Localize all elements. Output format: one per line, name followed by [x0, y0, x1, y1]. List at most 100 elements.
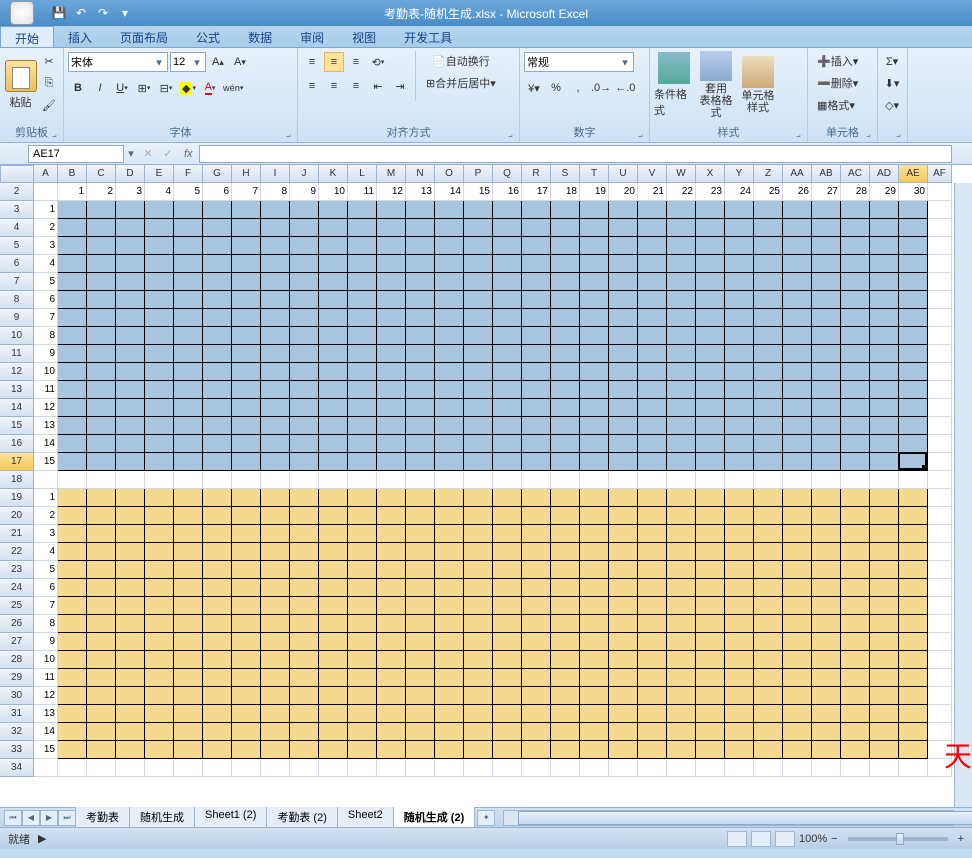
cell[interactable] [609, 309, 638, 327]
cell[interactable] [783, 273, 812, 291]
cell[interactable] [145, 381, 174, 399]
cell[interactable] [145, 345, 174, 363]
cell[interactable] [551, 291, 580, 309]
cell[interactable] [348, 363, 377, 381]
cell[interactable] [58, 255, 87, 273]
cell[interactable] [928, 579, 952, 597]
cell[interactable] [928, 255, 952, 273]
cell[interactable] [174, 615, 203, 633]
cell[interactable] [377, 507, 406, 525]
cell[interactable] [638, 273, 667, 291]
cell[interactable] [754, 417, 783, 435]
cell[interactable] [232, 525, 261, 543]
cell[interactable] [522, 417, 551, 435]
cell[interactable] [174, 507, 203, 525]
cell[interactable] [638, 237, 667, 255]
cell[interactable] [232, 273, 261, 291]
cell[interactable] [609, 705, 638, 723]
cell[interactable] [145, 579, 174, 597]
cell[interactable] [406, 399, 435, 417]
cell[interactable] [725, 669, 754, 687]
cell[interactable] [580, 669, 609, 687]
inc-decimal-icon[interactable]: .0→ [590, 78, 612, 98]
cell[interactable] [174, 597, 203, 615]
cell[interactable] [870, 237, 899, 255]
cell[interactable] [348, 381, 377, 399]
cell[interactable] [319, 561, 348, 579]
cell[interactable] [464, 579, 493, 597]
cell[interactable] [290, 543, 319, 561]
cell[interactable] [58, 201, 87, 219]
ribbon-tab-3[interactable]: 公式 [182, 26, 234, 47]
cell[interactable] [87, 651, 116, 669]
cell[interactable] [290, 579, 319, 597]
col-header-AC[interactable]: AC [841, 165, 870, 183]
cell[interactable] [638, 363, 667, 381]
row-header-33[interactable]: 33 [0, 741, 34, 759]
cell[interactable] [754, 363, 783, 381]
cell[interactable] [696, 561, 725, 579]
cell[interactable] [696, 273, 725, 291]
cell[interactable] [725, 201, 754, 219]
select-all-corner[interactable] [0, 165, 34, 183]
cancel-formula-icon[interactable]: ✕ [138, 144, 158, 164]
cell[interactable] [58, 579, 87, 597]
col-header-L[interactable]: L [348, 165, 377, 183]
sheet-tab-0[interactable]: 考勤表 [75, 807, 130, 828]
cell[interactable] [783, 237, 812, 255]
sheet-tab-4[interactable]: Sheet2 [337, 807, 394, 828]
cell[interactable] [493, 327, 522, 345]
cell[interactable] [812, 507, 841, 525]
cell[interactable] [116, 507, 145, 525]
cell[interactable] [377, 759, 406, 777]
cell[interactable] [870, 705, 899, 723]
cell[interactable] [290, 669, 319, 687]
col-header-J[interactable]: J [290, 165, 319, 183]
cell[interactable] [580, 615, 609, 633]
cell[interactable] [203, 507, 232, 525]
cell[interactable] [638, 507, 667, 525]
cell[interactable] [667, 561, 696, 579]
cell[interactable] [464, 687, 493, 705]
cell[interactable] [725, 561, 754, 579]
cell[interactable] [232, 381, 261, 399]
cell[interactable] [754, 309, 783, 327]
cell[interactable] [696, 219, 725, 237]
cell[interactable] [58, 687, 87, 705]
cell[interactable] [667, 417, 696, 435]
cell[interactable] [261, 705, 290, 723]
cell[interactable] [203, 417, 232, 435]
cell[interactable] [870, 399, 899, 417]
phonetic-button[interactable]: wén▾ [222, 78, 244, 98]
cell[interactable] [580, 579, 609, 597]
cell[interactable] [87, 255, 116, 273]
cell[interactable]: 13 [34, 705, 58, 723]
cell[interactable] [870, 687, 899, 705]
cell[interactable] [580, 363, 609, 381]
cell[interactable] [377, 201, 406, 219]
cell[interactable] [551, 219, 580, 237]
sheet-tab-5[interactable]: 随机生成 (2) [393, 807, 476, 828]
cell[interactable] [899, 363, 928, 381]
col-header-I[interactable]: I [261, 165, 290, 183]
cell[interactable]: 27 [812, 183, 841, 201]
cell[interactable] [348, 759, 377, 777]
cell[interactable] [348, 219, 377, 237]
cell[interactable] [58, 219, 87, 237]
row-header-25[interactable]: 25 [0, 597, 34, 615]
row-header-9[interactable]: 9 [0, 309, 34, 327]
cell[interactable]: 11 [34, 381, 58, 399]
cell[interactable] [725, 417, 754, 435]
cell[interactable]: 3 [34, 525, 58, 543]
wrap-text-button[interactable]: 📄 自动换行 [421, 51, 501, 71]
cell[interactable] [899, 291, 928, 309]
col-header-AE[interactable]: AE [899, 165, 928, 183]
cell[interactable] [870, 381, 899, 399]
cell[interactable] [696, 579, 725, 597]
cell[interactable] [783, 561, 812, 579]
cell[interactable] [87, 471, 116, 489]
cell[interactable] [261, 237, 290, 255]
cell[interactable] [812, 615, 841, 633]
cell[interactable] [406, 291, 435, 309]
cell[interactable] [754, 669, 783, 687]
